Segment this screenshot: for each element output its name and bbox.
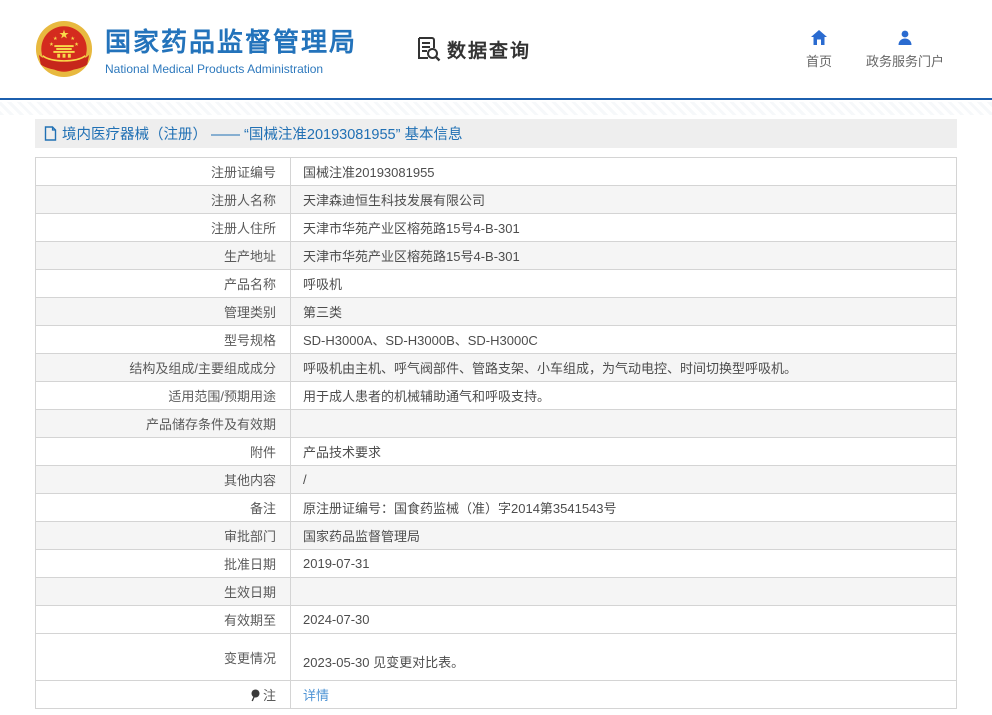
table-row: 结构及组成/主要组成成分呼吸机由主机、呼气阀部件、管路支架、小车组成，为气动电控… [36, 354, 957, 382]
row-label: 型号规格 [36, 326, 291, 354]
row-label: 结构及组成/主要组成成分 [36, 354, 291, 382]
site-header: 国家药品监督管理局 National Medical Products Admi… [0, 0, 992, 100]
row-value: 详情 [291, 681, 957, 709]
document-search-icon [415, 36, 441, 62]
user-icon [896, 29, 914, 47]
nav-gov-portal[interactable]: 政务服务门户 [866, 29, 944, 70]
site-subtitle: National Medical Products Administration [105, 62, 357, 76]
table-row: 生效日期 [36, 578, 957, 606]
table-row: 产品储存条件及有效期 [36, 410, 957, 438]
data-query-tab[interactable]: 数据查询 [415, 36, 531, 63]
row-value [291, 410, 957, 438]
table-row: 注册人名称天津森迪恒生科技发展有限公司 [36, 186, 957, 214]
row-label: 审批部门 [36, 522, 291, 550]
data-query-label: 数据查询 [447, 36, 531, 63]
row-label: 生效日期 [36, 578, 291, 606]
national-emblem-icon [35, 20, 93, 78]
table-row: 产品名称呼吸机 [36, 270, 957, 298]
table-row: 适用范围/预期用途用于成人患者的机械辅助通气和呼吸支持。 [36, 382, 957, 410]
table-row: 管理类别第三类 [36, 298, 957, 326]
row-label: 注册证编号 [36, 158, 291, 186]
row-value: 国械注准20193081955 [291, 158, 957, 186]
row-value: 产品技术要求 [291, 438, 957, 466]
row-label: 备注 [36, 494, 291, 522]
row-label: 产品储存条件及有效期 [36, 410, 291, 438]
table-row: 注册证编号国械注准20193081955 [36, 158, 957, 186]
table-row: 备注原注册证编号：国食药监械（准）字2014第3541543号 [36, 494, 957, 522]
row-value: 2019-07-31 [291, 550, 957, 578]
table-row: 批准日期2019-07-31 [36, 550, 957, 578]
row-value: / [291, 466, 957, 494]
row-label: 变更情况 [36, 634, 291, 681]
row-value: 2023-05-30 见变更对比表。 [291, 634, 957, 681]
table-row: 注册人住所天津市华苑产业区榕苑路15号4-B-301 [36, 214, 957, 242]
table-row: 变更情况2023-05-30 见变更对比表。 [36, 634, 957, 681]
page-icon [44, 126, 57, 141]
row-value: 2024-07-30 [291, 606, 957, 634]
row-label: 注册人名称 [36, 186, 291, 214]
row-label: 注 [36, 681, 291, 709]
row-value: 国家药品监督管理局 [291, 522, 957, 550]
row-value: 呼吸机 [291, 270, 957, 298]
table-row: 注详情 [36, 681, 957, 709]
row-value: 天津市华苑产业区榕苑路15号4-B-301 [291, 214, 957, 242]
nav-gov-portal-label: 政务服务门户 [866, 51, 944, 70]
table-row: 型号规格SD-H3000A、SD-H3000B、SD-H3000C [36, 326, 957, 354]
row-value: 原注册证编号：国食药监械（准）字2014第3541543号 [291, 494, 957, 522]
row-label: 批准日期 [36, 550, 291, 578]
row-value: 天津森迪恒生科技发展有限公司 [291, 186, 957, 214]
site-title: 国家药品监督管理局 [105, 22, 357, 59]
note-pin-icon [250, 689, 261, 702]
registration-detail-table: 注册证编号国械注准20193081955注册人名称天津森迪恒生科技发展有限公司注… [35, 157, 957, 709]
table-row: 生产地址天津市华苑产业区榕苑路15号4-B-301 [36, 242, 957, 270]
header-texture-band [0, 102, 992, 115]
detail-link[interactable]: 详情 [303, 688, 329, 703]
row-value: 天津市华苑产业区榕苑路15号4-B-301 [291, 242, 957, 270]
breadcrumb-text: 境内医疗器械（注册） —— “国械注准20193081955” 基本信息 [62, 123, 462, 144]
table-row: 审批部门国家药品监督管理局 [36, 522, 957, 550]
table-row: 有效期至2024-07-30 [36, 606, 957, 634]
table-row: 附件产品技术要求 [36, 438, 957, 466]
home-icon [810, 29, 828, 47]
row-value [291, 578, 957, 606]
nav-home[interactable]: 首页 [806, 29, 832, 70]
nmpa-logo[interactable]: 国家药品监督管理局 National Medical Products Admi… [35, 20, 357, 78]
row-value: 第三类 [291, 298, 957, 326]
row-value: SD-H3000A、SD-H3000B、SD-H3000C [291, 326, 957, 354]
top-nav: 首页 政务服务门户 [806, 29, 944, 70]
breadcrumb: 境内医疗器械（注册） —— “国械注准20193081955” 基本信息 [35, 119, 957, 148]
row-label: 产品名称 [36, 270, 291, 298]
row-label: 其他内容 [36, 466, 291, 494]
row-label: 适用范围/预期用途 [36, 382, 291, 410]
row-label: 有效期至 [36, 606, 291, 634]
table-row: 其他内容/ [36, 466, 957, 494]
row-label: 生产地址 [36, 242, 291, 270]
row-label: 附件 [36, 438, 291, 466]
row-value: 呼吸机由主机、呼气阀部件、管路支架、小车组成，为气动电控、时间切换型呼吸机。 [291, 354, 957, 382]
nav-home-label: 首页 [806, 51, 832, 70]
row-label: 注册人住所 [36, 214, 291, 242]
content-panel: 境内医疗器械（注册） —— “国械注准20193081955” 基本信息 注册证… [25, 117, 967, 709]
row-value: 用于成人患者的机械辅助通气和呼吸支持。 [291, 382, 957, 410]
row-label: 管理类别 [36, 298, 291, 326]
